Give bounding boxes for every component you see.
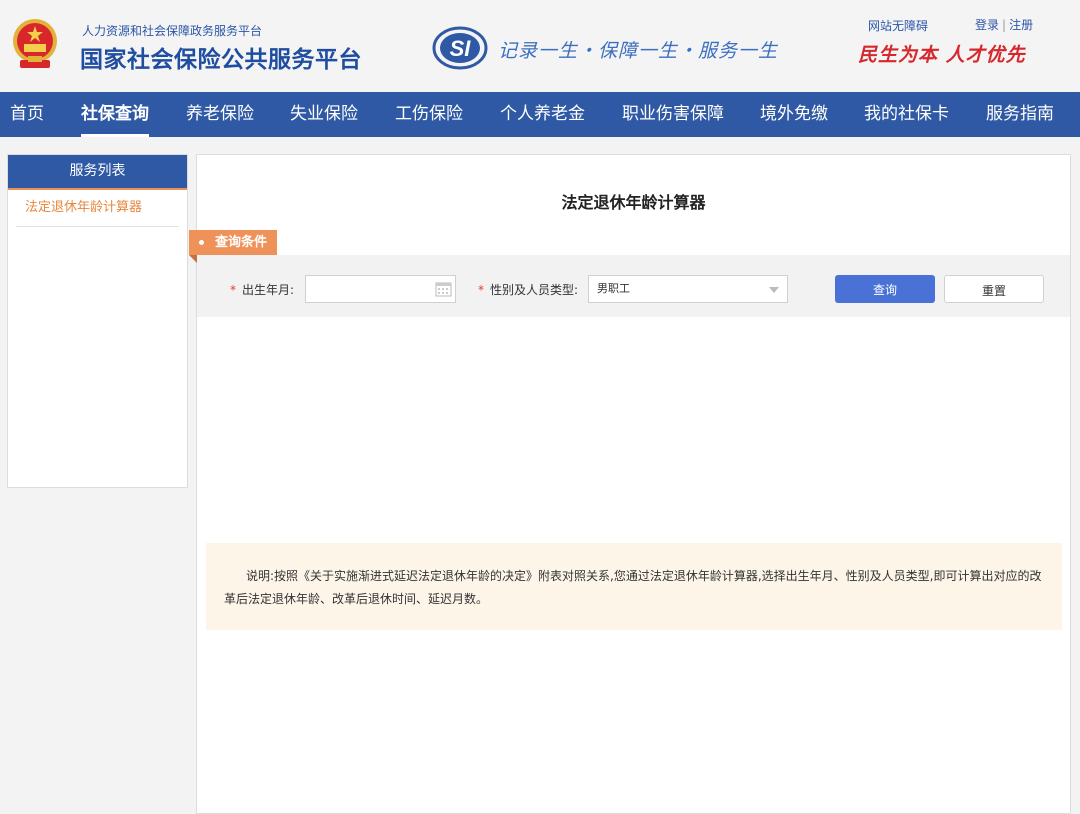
chevron-down-icon[interactable]: [769, 287, 779, 293]
condition-tag: 查询条件: [189, 230, 277, 263]
type-label-text: 性别及人员类型:: [490, 283, 579, 297]
accessibility-link[interactable]: 网站无障碍: [868, 17, 928, 34]
site-header: 人力资源和社会保障政务服务平台 国家社会保险公共服务平台 SI 记录一生・保障一…: [0, 0, 1080, 92]
register-link[interactable]: 注册: [1009, 18, 1033, 32]
nav-item-unemployment[interactable]: 失业保险: [290, 92, 358, 137]
service-sidebar: 服务列表 法定退休年龄计算器: [7, 154, 188, 488]
sidebar-title: 服务列表: [8, 155, 187, 190]
query-form: * 出生年月: * 性别及人员类型: 男职工 查询 重置: [197, 255, 1070, 317]
reset-button[interactable]: 重置: [944, 275, 1044, 303]
calendar-icon[interactable]: [435, 281, 452, 297]
explanation-note: 说明:按照《关于实施渐进式延迟法定退休年龄的决定》附表对照关系,您通过法定退休年…: [206, 543, 1062, 630]
platform-subtitle: 人力资源和社会保障政务服务平台: [82, 24, 263, 38]
nav-item-overseas-exempt[interactable]: 境外免缴: [760, 92, 828, 137]
nav-item-pension[interactable]: 养老保险: [186, 92, 254, 137]
main-nav: 首页 社保查询 养老保险 失业保险 工伤保险 个人养老金 职业伤害保障 境外免缴…: [0, 92, 1080, 137]
sidebar-item-retirement-calculator[interactable]: 法定退休年龄计算器: [16, 190, 179, 227]
birth-date-input[interactable]: [305, 275, 456, 303]
national-emblem-icon: [13, 19, 57, 68]
social-insurance-logo-icon: SI: [432, 26, 488, 70]
nav-item-service-guide[interactable]: 服务指南: [986, 92, 1054, 137]
required-mark: *: [478, 283, 484, 297]
nav-item-social-query[interactable]: 社保查询: [81, 92, 149, 137]
si-logo-text: SI: [450, 36, 472, 61]
nav-item-occupational-injury[interactable]: 职业伤害保障: [622, 92, 724, 137]
bullet-dot-icon: [199, 240, 204, 245]
nav-item-injury[interactable]: 工伤保险: [395, 92, 463, 137]
header-slogan: 记录一生・保障一生・服务一生: [498, 40, 779, 62]
main-panel: 法定退休年龄计算器 查询条件 * 出生年月: * 性别及人员类型: 男职工 查询 重…: [189, 154, 1071, 814]
required-mark: *: [230, 283, 236, 297]
red-slogan: 民生为本 人才优先: [858, 44, 1026, 66]
nav-item-my-card[interactable]: 我的社保卡: [864, 92, 949, 137]
login-link[interactable]: 登录: [975, 18, 999, 32]
tag-fold-icon: [189, 255, 197, 263]
nav-item-home[interactable]: 首页: [10, 92, 44, 137]
birth-label-text: 出生年月:: [242, 283, 295, 297]
type-label: * 性别及人员类型:: [478, 281, 578, 298]
auth-separator: |: [1002, 18, 1007, 32]
platform-title[interactable]: 国家社会保险公共服务平台: [80, 40, 362, 74]
person-type-select[interactable]: 男职工: [588, 275, 788, 303]
auth-links: 登录 | 注册: [975, 16, 1033, 33]
query-button[interactable]: 查询: [835, 275, 935, 303]
condition-tag-label: 查询条件: [215, 235, 268, 250]
person-type-value: 男职工: [597, 282, 630, 295]
page-title: 法定退休年龄计算器: [561, 193, 706, 212]
birth-label: * 出生年月:: [230, 281, 294, 298]
nav-item-personal-pension[interactable]: 个人养老金: [500, 92, 585, 137]
